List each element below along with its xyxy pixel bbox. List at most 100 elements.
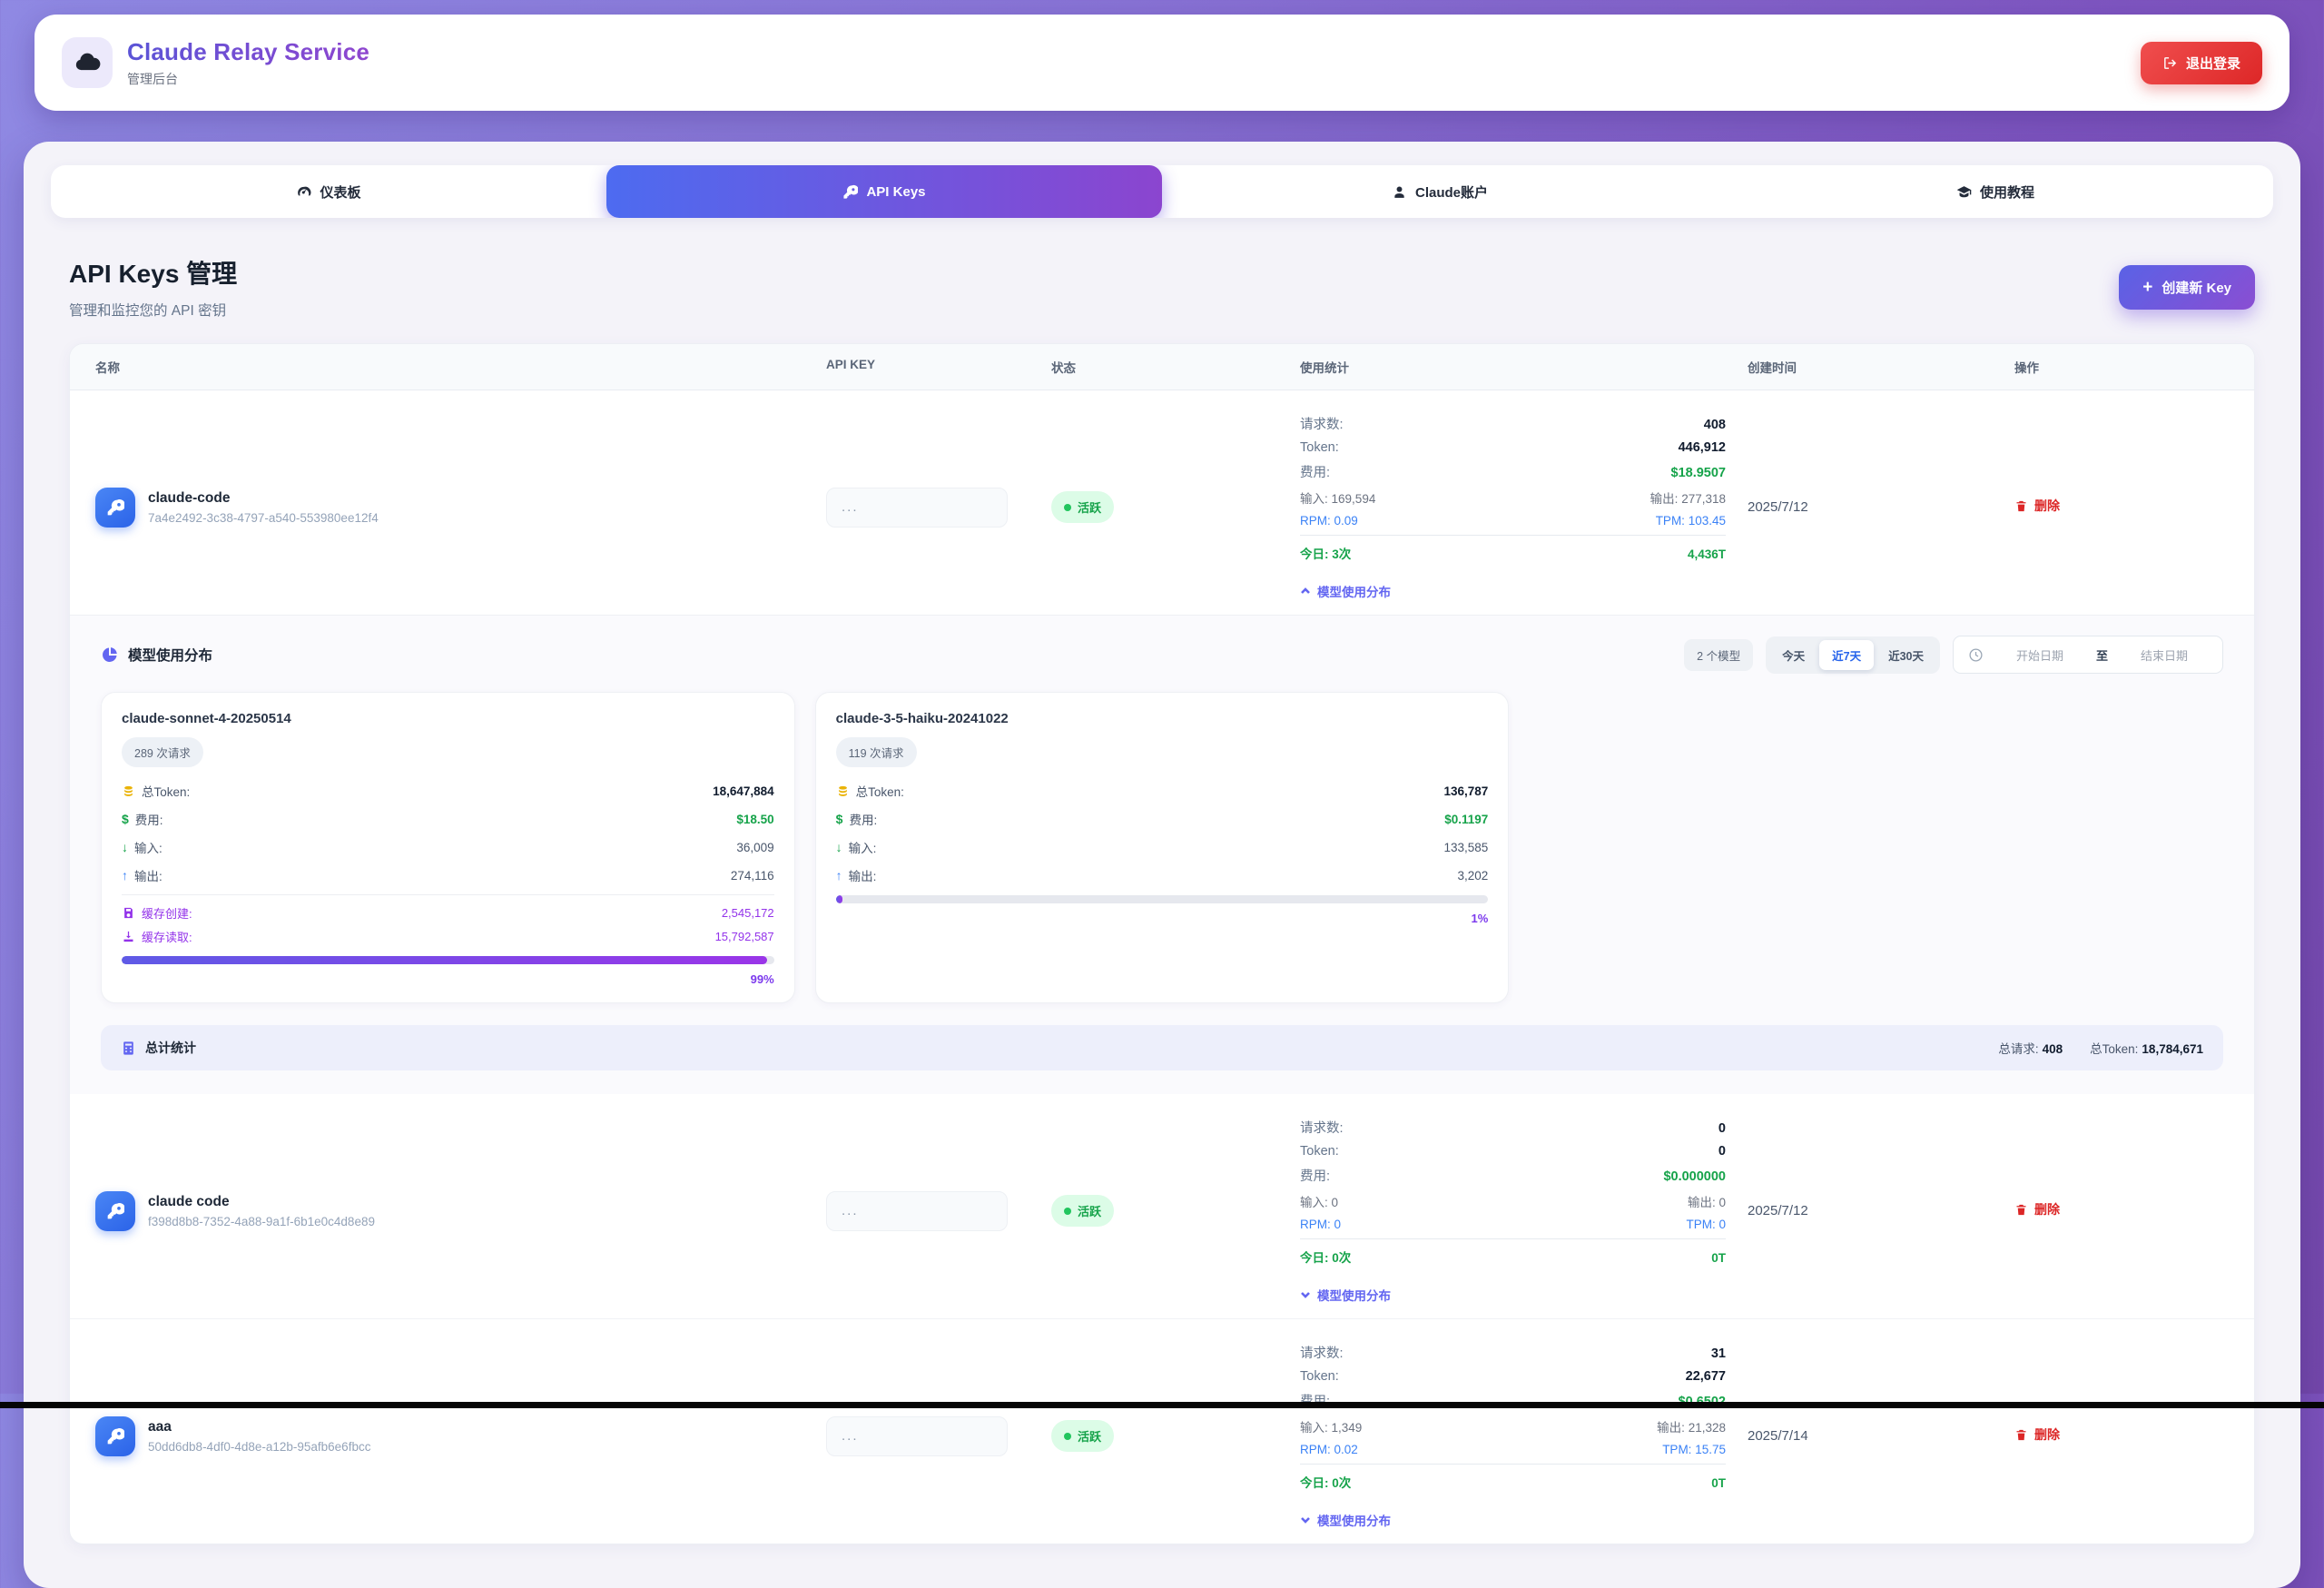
key-name-cell: aaa 50dd6db8-4df0-4d8e-a12b-95afb6e6fbcc <box>70 1416 826 1456</box>
totals-bar: 总计统计 总请求:408 总Token:18,784,671 <box>101 1025 2223 1070</box>
content-area: API Keys 管理 管理和监控您的 API 密钥 + 创建新 Key 名称 … <box>51 254 2273 1544</box>
user-icon <box>1392 184 1407 200</box>
create-key-label: 创建新 Key <box>2162 278 2231 297</box>
logout-label: 退出登录 <box>2186 54 2240 73</box>
key-chip <box>95 1416 135 1456</box>
tokens-value: 0 <box>1718 1144 1726 1159</box>
model-name: claude-3-5-haiku-20241022 <box>836 711 1489 726</box>
col-created: 创建时间 <box>1748 344 2014 390</box>
model-card: claude-3-5-haiku-20241022 119 次请求 总Token… <box>815 692 1510 1003</box>
dollar-icon: $ <box>122 812 129 826</box>
api-key-cell: ... <box>826 1191 1051 1231</box>
range-7days-button[interactable]: 近7天 <box>1819 640 1874 670</box>
key-icon <box>106 1202 124 1220</box>
delete-button[interactable]: 删除 <box>2014 1200 2060 1218</box>
key-name: aaa <box>148 1419 370 1435</box>
model-distribution-toggle[interactable]: 模型使用分布 <box>1300 1286 1391 1304</box>
cost-value: $0.000000 <box>1663 1169 1726 1184</box>
date-range-picker[interactable]: 开始日期 至 结束日期 <box>1953 636 2223 674</box>
cache-stats: 缓存创建:2,545,172 缓存读取:15,792,587 <box>122 894 774 945</box>
chevron-down-icon <box>1300 1514 1311 1525</box>
tokens-value: 446,912 <box>1679 440 1726 455</box>
start-date-input[interactable]: 开始日期 <box>1996 646 2083 664</box>
delete-button[interactable]: 删除 <box>2014 497 2060 515</box>
delete-button[interactable]: 删除 <box>2014 1425 2060 1444</box>
arrow-up-icon: ↑ <box>836 868 842 883</box>
model-panel-controls: 2 个模型 今天 近7天 近30天 开始日期 至 结束日期 <box>1684 636 2223 674</box>
model-usage-percent: 99% <box>122 972 774 986</box>
usage-stats-cell: 请求数:0 Token:0 费用:$0.000000 输入: 0输出: 0 RP… <box>1300 1118 1748 1304</box>
tab-dashboard[interactable]: 仪表板 <box>51 165 606 218</box>
col-actions: 操作 <box>2014 344 2254 390</box>
range-today-button[interactable]: 今天 <box>1769 640 1817 670</box>
masked-api-key[interactable]: ... <box>826 488 1008 528</box>
end-date-input[interactable]: 结束日期 <box>2121 646 2208 664</box>
created-date: 2025/7/12 <box>1748 499 2014 515</box>
created-date: 2025/7/14 <box>1748 1428 2014 1444</box>
main-panel: 仪表板 API Keys Claude账户 使用教程 API Keys 管理 管… <box>24 142 2300 1588</box>
requests-value: 31 <box>1711 1346 1726 1361</box>
table-row: claude-code 7a4e2492-3c38-4797-a540-5539… <box>70 390 2254 615</box>
clock-icon <box>1968 647 1984 663</box>
logout-icon <box>2162 55 2178 71</box>
status-dot-icon <box>1064 504 1071 511</box>
gauge-icon <box>296 184 311 200</box>
col-name: 名称 <box>70 344 826 390</box>
table-header: 名称 API KEY 状态 使用统计 创建时间 操作 <box>70 344 2254 390</box>
trash-icon <box>2014 499 2028 513</box>
status-cell: 活跃 <box>1051 1195 1300 1227</box>
page-subtitle: 管理和监控您的 API 密钥 <box>69 300 237 320</box>
nav-tabs: 仪表板 API Keys Claude账户 使用教程 <box>51 165 2273 218</box>
chevron-down-icon <box>1300 1289 1311 1300</box>
requests-value: 408 <box>1704 418 1726 432</box>
key-id: f398d8b8-7352-4a88-9a1f-6b1e0c4d8e89 <box>148 1215 375 1228</box>
status-badge: 活跃 <box>1051 1420 1114 1452</box>
app-header: Claude Relay Service 管理后台 退出登录 <box>34 15 2290 111</box>
masked-api-key[interactable]: ... <box>826 1416 1008 1456</box>
status-badge: 活跃 <box>1051 1195 1114 1227</box>
key-chip <box>95 488 135 528</box>
col-status: 状态 <box>1051 344 1300 390</box>
app-subtitle: 管理后台 <box>127 70 369 88</box>
save-icon <box>122 906 135 920</box>
tab-tutorial[interactable]: 使用教程 <box>1718 165 2273 218</box>
masked-api-key[interactable]: ... <box>826 1191 1008 1231</box>
cost-value: $18.9507 <box>1671 466 1726 480</box>
download-icon <box>122 930 135 943</box>
status-dot-icon <box>1064 1433 1071 1440</box>
page-head: API Keys 管理 管理和监控您的 API 密钥 + 创建新 Key <box>69 254 2255 320</box>
range-30days-button[interactable]: 近30天 <box>1876 640 1936 670</box>
logout-button[interactable]: 退出登录 <box>2141 42 2262 84</box>
page: Claude Relay Service 管理后台 退出登录 仪表板 API K… <box>0 15 2324 1588</box>
model-usage-fill <box>122 956 767 964</box>
create-key-button[interactable]: + 创建新 Key <box>2119 265 2255 310</box>
model-distribution-toggle[interactable]: 模型使用分布 <box>1300 1511 1391 1529</box>
trash-icon <box>2014 1203 2028 1217</box>
model-panel-title: 模型使用分布 <box>101 645 212 665</box>
requests-value: 0 <box>1718 1121 1726 1136</box>
page-title: API Keys 管理 <box>69 254 237 291</box>
empty-card-slot <box>1529 692 2223 1003</box>
actions-cell: 删除 <box>2014 1200 2254 1221</box>
created-date: 2025/7/12 <box>1748 1203 2014 1218</box>
totals-label: 总计统计 <box>145 1039 196 1057</box>
tab-label: API Keys <box>866 184 925 200</box>
model-requests-badge: 119 次请求 <box>836 737 917 767</box>
range-segmented-control: 今天 近7天 近30天 <box>1766 636 1940 674</box>
status-badge: 活跃 <box>1051 491 1114 523</box>
tokens-value: 22,677 <box>1686 1369 1726 1384</box>
app-title: Claude Relay Service <box>127 38 369 66</box>
tab-api-keys[interactable]: API Keys <box>606 165 1162 218</box>
key-icon <box>106 498 124 517</box>
model-usage-percent: 1% <box>836 912 1489 925</box>
model-cards: claude-sonnet-4-20250514 289 次请求 总Token:… <box>101 692 2223 1003</box>
dollar-icon: $ <box>836 812 843 826</box>
model-usage-panel: 模型使用分布 2 个模型 今天 近7天 近30天 开始日期 <box>70 615 2254 1094</box>
api-key-cell: ... <box>826 1416 1051 1456</box>
calculator-icon <box>121 1041 136 1056</box>
key-name-cell: claude-code 7a4e2492-3c38-4797-a540-5539… <box>70 488 826 528</box>
tab-claude-accounts[interactable]: Claude账户 <box>1162 165 1718 218</box>
model-distribution-toggle[interactable]: 模型使用分布 <box>1300 582 1391 600</box>
coins-icon <box>836 784 850 798</box>
arrow-up-icon: ↑ <box>122 868 128 883</box>
